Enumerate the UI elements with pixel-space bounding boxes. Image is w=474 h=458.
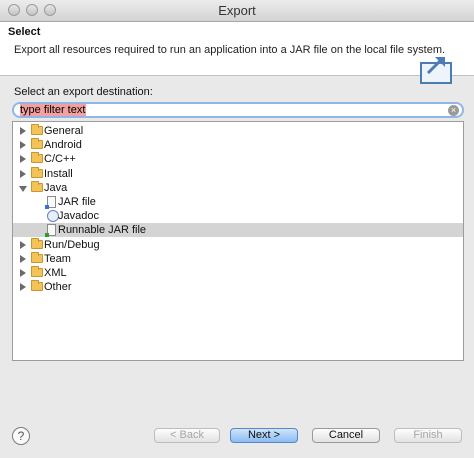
page-description: Export all resources required to run an … — [14, 44, 446, 56]
tree-item[interactable]: Android — [13, 138, 463, 152]
tree-item[interactable]: General — [13, 124, 463, 138]
folder-icon — [31, 124, 43, 135]
disclosure-collapsed-icon[interactable] — [20, 169, 26, 178]
jar-file-icon — [45, 196, 56, 209]
tree-item-label: Runnable JAR file — [58, 224, 147, 237]
tree-item[interactable]: Other — [13, 280, 463, 294]
disclosure-collapsed-icon[interactable] — [20, 141, 26, 150]
filter-input[interactable] — [20, 104, 446, 116]
back-button[interactable]: < Back — [154, 428, 220, 443]
folder-icon — [31, 166, 43, 178]
window-title: Export — [218, 3, 256, 18]
filter-field[interactable]: × — [12, 102, 464, 118]
folder-icon — [31, 180, 43, 192]
disclosure-collapsed-icon[interactable] — [20, 283, 26, 292]
title-bar: Export — [0, 0, 474, 22]
tree-item-label: Other — [44, 281, 72, 294]
destination-label: Select an export destination: — [14, 86, 153, 98]
cancel-button[interactable]: Cancel — [312, 428, 380, 443]
tree-item[interactable]: Install — [13, 166, 463, 181]
help-icon[interactable]: ? — [12, 427, 30, 445]
folder-icon — [31, 266, 43, 277]
tree-item[interactable]: Runnable JAR file — [13, 223, 463, 238]
tree-item-label: Team — [44, 252, 71, 265]
export-destination-tree[interactable]: General Android C/C++ Install Java JAR file Ja… — [12, 121, 464, 361]
disclosure-expanded-icon[interactable] — [19, 185, 27, 192]
page-title: Select — [8, 26, 41, 38]
tree-item[interactable]: C/C++ — [13, 152, 463, 166]
tree-item-label: C/C++ — [44, 153, 76, 166]
disclosure-collapsed-icon[interactable] — [20, 240, 26, 249]
tree-item-label: Java — [44, 181, 68, 194]
tree-item[interactable]: XML — [13, 266, 463, 280]
tree-item-label: Javadoc — [58, 210, 99, 223]
tree-item[interactable]: Team — [13, 251, 463, 266]
export-dialog: Export Select Export all resources requi… — [0, 0, 474, 458]
tree-item-label: XML — [44, 267, 67, 279]
export-wizard-icon — [420, 57, 452, 84]
clear-icon[interactable]: × — [448, 105, 459, 116]
next-button[interactable]: Next > — [230, 428, 298, 443]
folder-icon — [31, 237, 43, 249]
folder-icon — [31, 138, 43, 150]
tree-item-label: General — [44, 125, 84, 137]
tree-item-label: Install — [44, 167, 73, 180]
folder-icon — [31, 152, 43, 164]
tree-item[interactable]: Java — [13, 180, 463, 195]
finish-button[interactable]: Finish — [394, 428, 462, 443]
tree-item[interactable]: Run/Debug — [13, 237, 463, 252]
tree-item[interactable]: Javadoc — [13, 209, 463, 223]
disclosure-collapsed-icon[interactable] — [20, 127, 26, 135]
disclosure-collapsed-icon[interactable] — [20, 254, 26, 263]
folder-icon — [31, 251, 43, 263]
runnable-jar-icon — [45, 224, 56, 238]
disclosure-collapsed-icon[interactable] — [20, 155, 26, 164]
folder-icon — [31, 280, 43, 292]
tree-item[interactable]: JAR file — [13, 195, 463, 209]
wizard-header: Select Export all resources required to … — [0, 22, 474, 84]
tree-item-label: Run/Debug — [44, 238, 100, 251]
tree-item-label: JAR file — [58, 196, 96, 208]
disclosure-collapsed-icon[interactable] — [20, 269, 26, 277]
tree-item-label: Android — [44, 139, 82, 152]
